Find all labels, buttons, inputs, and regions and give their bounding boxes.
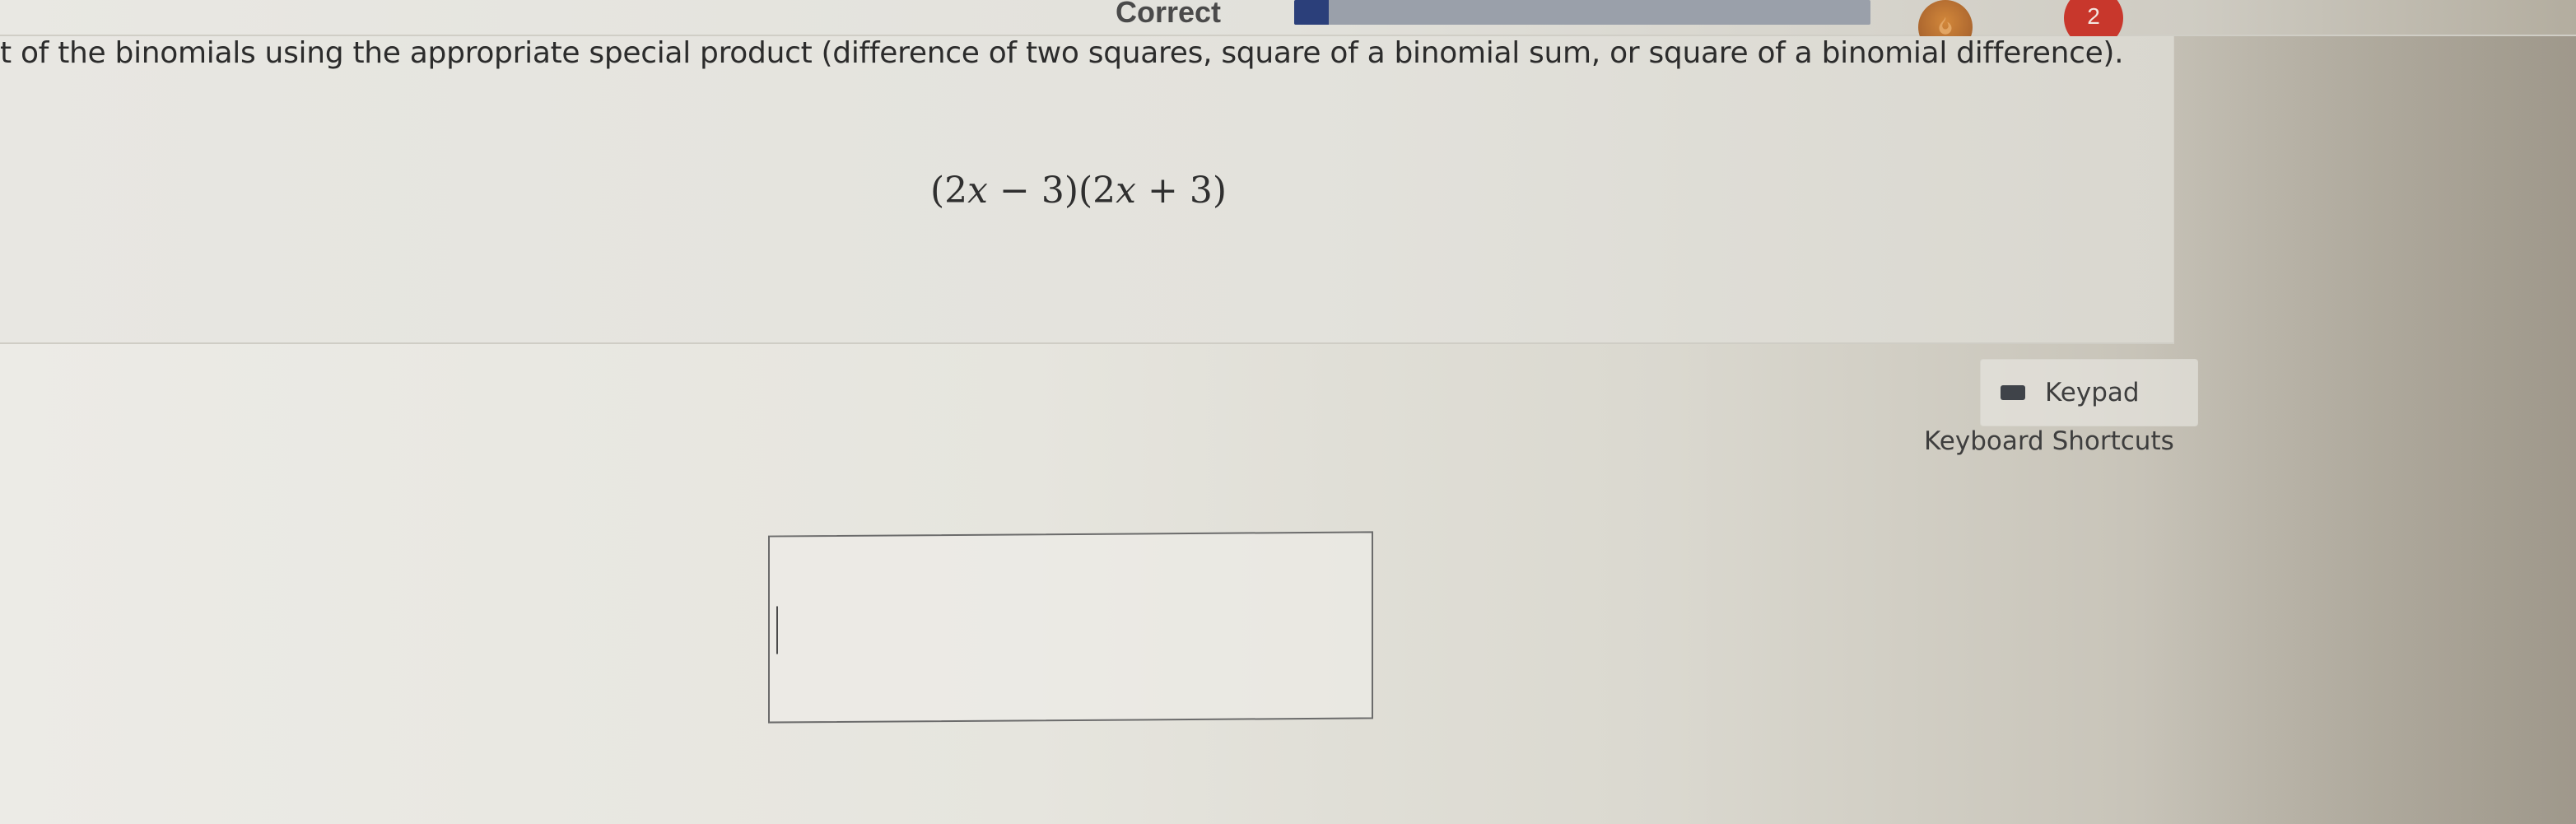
screen-shadow bbox=[2148, 0, 2576, 824]
badge-count: 2 bbox=[2087, 3, 2100, 29]
binomial-expression: (2x − 3)(2x + 3) bbox=[930, 170, 1227, 212]
progress-bar bbox=[1294, 0, 1870, 25]
keyboard-shortcuts-link[interactable]: Keyboard Shortcuts bbox=[1924, 426, 2174, 456]
question-instruction: t of the binomials using the appropriate… bbox=[0, 36, 2124, 70]
expression-part: + 3) bbox=[1136, 170, 1227, 212]
expression-variable: x bbox=[1116, 170, 1136, 212]
expression-part: (2 bbox=[930, 170, 968, 212]
keypad-label: Keypad bbox=[2045, 378, 2140, 407]
answer-input[interactable] bbox=[768, 531, 1373, 724]
top-status-bar: Correct 2 bbox=[0, 0, 2576, 60]
keypad-button[interactable]: Keypad bbox=[1980, 359, 2198, 426]
expression-part: − 3)(2 bbox=[988, 170, 1116, 212]
text-cursor bbox=[776, 606, 778, 654]
status-label: Correct bbox=[1116, 0, 1222, 29]
keyboard-icon bbox=[2001, 385, 2025, 400]
progress-fill bbox=[1294, 0, 1329, 25]
expression-variable: x bbox=[967, 170, 988, 212]
